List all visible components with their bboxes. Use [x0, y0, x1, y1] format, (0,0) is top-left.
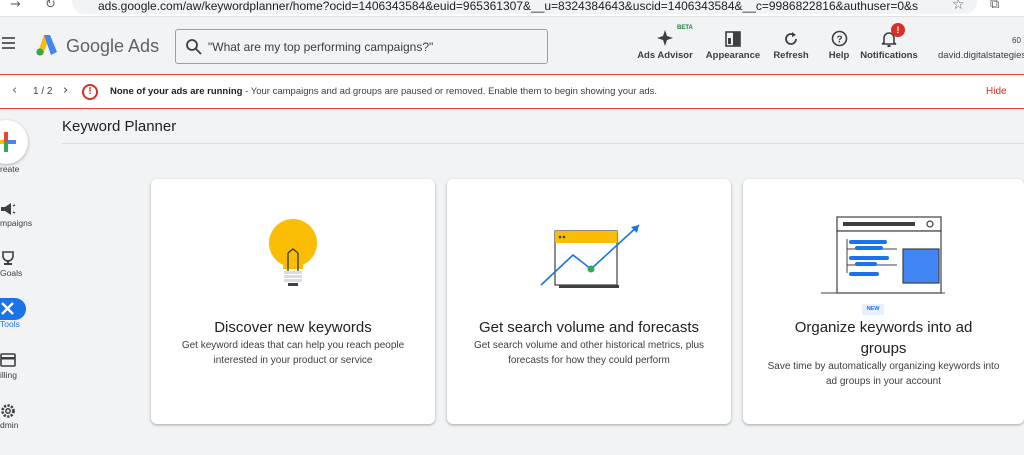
- search-placeholder: "What are my top performing campaigns?": [208, 40, 434, 54]
- ad-groups-icon: [821, 216, 945, 294]
- menu-icon[interactable]: [2, 37, 16, 49]
- card-description: Save time by automatically organizing ke…: [767, 361, 1000, 387]
- sidebar-item-tools[interactable]: Tools: [0, 301, 40, 329]
- alert-headline: None of your ads are running: [110, 86, 243, 97]
- alert-counter: 1 / 2: [33, 86, 53, 97]
- help-button[interactable]: ? Help: [825, 25, 853, 61]
- chevron-left-icon[interactable]: ‹: [12, 83, 17, 98]
- plus-icon: [0, 132, 16, 152]
- lightbulb-icon: [269, 219, 317, 286]
- sidebar-item-admin[interactable]: dmin: [0, 402, 40, 430]
- notifications-label: Notifications: [860, 50, 918, 61]
- alert-detail: - Your campaigns and ad groups are pause…: [242, 86, 658, 97]
- refresh-button[interactable]: Refresh: [771, 25, 811, 61]
- new-badge: NEW: [862, 304, 884, 315]
- gear-icon: [1, 404, 15, 418]
- search-volume-card[interactable]: Get search volume and forecasts Get sear…: [447, 179, 731, 424]
- extensions-icon[interactable]: ⧉: [990, 0, 999, 12]
- chevron-right-icon[interactable]: ›: [63, 83, 68, 98]
- url-field[interactable]: ads.google.com/aw/keywordplanner/home?oc…: [72, 0, 977, 14]
- alert-message: None of your ads are running - Your camp…: [110, 86, 657, 97]
- google-ads-logo-icon: [36, 35, 57, 56]
- create-label: reate: [0, 164, 20, 174]
- card-title: Discover new keywords: [214, 319, 372, 336]
- appearance-icon: [725, 31, 741, 47]
- app-header: Google Ads "What are my top performing c…: [0, 17, 1024, 74]
- forecast-chart-icon: [540, 224, 640, 288]
- bookmark-star-icon[interactable]: ☆: [952, 0, 965, 13]
- refresh-icon: [785, 32, 797, 45]
- card-description: Get search volume and other historical m…: [473, 340, 705, 366]
- sidebar-item-label: Tools: [0, 319, 20, 329]
- reload-icon[interactable]: ↻: [45, 0, 56, 12]
- search-box[interactable]: "What are my top performing campaigns?": [175, 29, 548, 64]
- url-text: ads.google.com/aw/keywordplanner/home?oc…: [98, 0, 918, 13]
- sidebar-item-label: Goals: [0, 268, 23, 278]
- brand-name[interactable]: Google Ads: [66, 36, 159, 57]
- sparkle-icon: [657, 30, 673, 46]
- tools-icon: [1, 302, 14, 315]
- account-name[interactable]: david.digitalstategies: [938, 50, 1024, 61]
- sidebar-item-campaigns[interactable]: mpaigns: [0, 200, 40, 228]
- card-icon: [0, 353, 16, 367]
- trophy-icon: [2, 251, 14, 265]
- sidebar-item-label: illing: [0, 370, 18, 380]
- help-label: Help: [828, 50, 850, 61]
- hide-alert-button[interactable]: Hide: [986, 86, 1007, 97]
- ads-advisor-label: Ads Advisor: [637, 50, 693, 61]
- card-description: Get keyword ideas that can help you reac…: [181, 340, 405, 366]
- ads-advisor-button[interactable]: Ads Advisor: [637, 25, 693, 61]
- create-button[interactable]: [0, 120, 28, 164]
- notification-badge: !: [891, 23, 905, 37]
- megaphone-icon: [1, 203, 16, 215]
- discover-keywords-card[interactable]: Discover new keywords Get keyword ideas …: [151, 179, 435, 424]
- divider: [62, 143, 1024, 144]
- alert-banner: ‹ 1 / 2 › ! None of your ads are running…: [0, 74, 1024, 109]
- page-title: Keyword Planner: [62, 118, 177, 135]
- account-number: 60: [1012, 36, 1021, 45]
- help-icon: ?: [831, 30, 847, 47]
- appearance-label: Appearance: [705, 50, 761, 61]
- sidebar-item-label: mpaigns: [0, 218, 33, 228]
- card-title: Organize keywords into ad groups: [794, 319, 973, 357]
- error-icon: !: [82, 84, 98, 100]
- organize-keywords-card[interactable]: NEW Organize keywords into ad groups Sav…: [743, 179, 1024, 424]
- sidebar-item-billing[interactable]: illing: [0, 352, 40, 380]
- notifications-button[interactable]: Notifications: [860, 25, 918, 61]
- browser-address-bar: → ↻ ads.google.com/aw/keywordplanner/hom…: [0, 0, 1024, 17]
- back-arrow-icon[interactable]: →: [10, 0, 21, 12]
- sidebar-item-goals[interactable]: Goals: [0, 250, 40, 278]
- sidebar-item-label: dmin: [0, 420, 19, 430]
- card-title: Get search volume and forecasts: [478, 319, 700, 336]
- svg-text:?: ?: [836, 35, 842, 46]
- search-icon: [186, 39, 202, 55]
- appearance-button[interactable]: Appearance: [705, 25, 761, 61]
- refresh-label: Refresh: [773, 50, 809, 61]
